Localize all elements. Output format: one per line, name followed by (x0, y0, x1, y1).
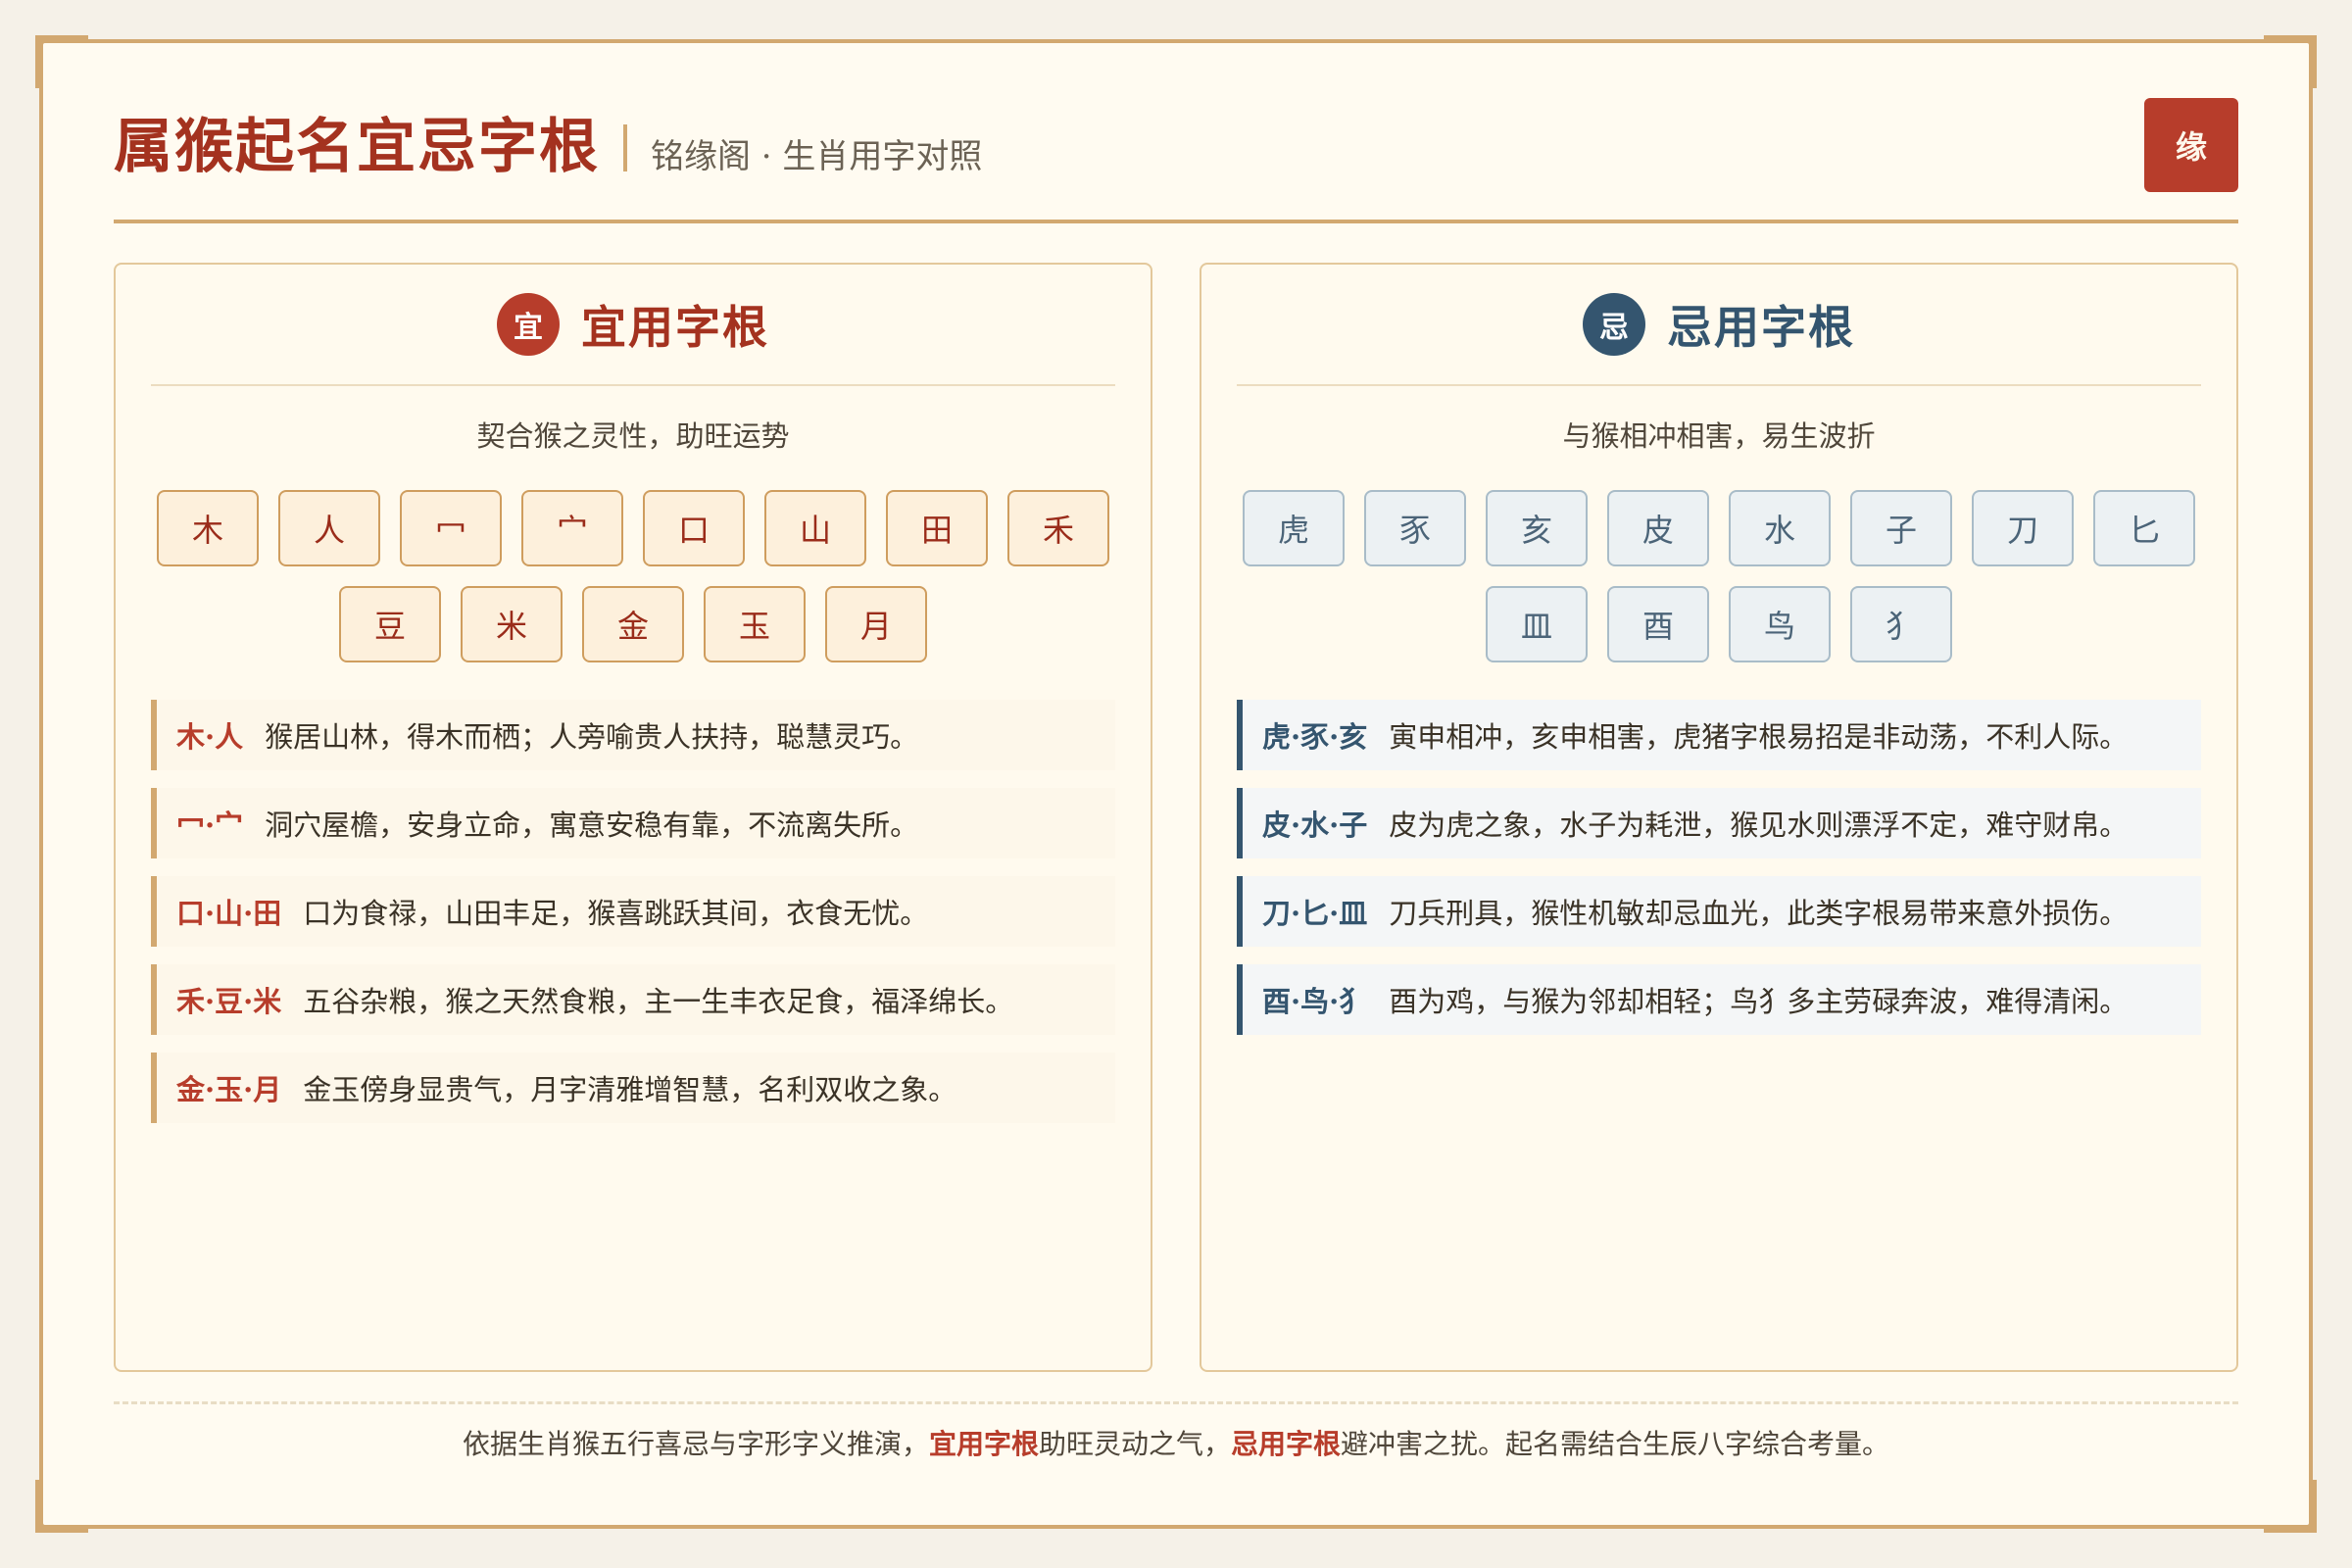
unfavorable-explanation-item: 皮·水·子 皮为虎之象，水子为耗泄，猴见水则漂浮不定，难守财帛。 (1237, 788, 2201, 858)
favorable-explanations: 木·人 猴居山林，得木而栖；人旁喻贵人扶持，聪慧灵巧。 冖·宀 洞穴屋檐，安身立… (151, 700, 1115, 1123)
footer-note: 依据生肖猴五行喜忌与字形字义推演，宜用字根助旺灵动之气，忌用字根避冲害之扰。起名… (114, 1423, 2238, 1462)
favorable-radical-chip: 田 (886, 490, 988, 566)
unfavorable-panel-header: 忌 忌用字根 (1237, 265, 2201, 386)
unfavorable-panel-description: 与猴相冲相害，易生波折 (1562, 419, 1876, 453)
unfavorable-radical-chip: 犭 (1850, 586, 1952, 662)
title-separator (623, 124, 627, 172)
favorable-radical-chip: 禾 (1007, 490, 1109, 566)
footer-divider (114, 1401, 2238, 1404)
favorable-explanation-item: 金·玉·月 金玉傍身显贵气，月字清雅增智慧，名利双收之象。 (151, 1053, 1115, 1123)
explanation-text: 猴居山林，得木而栖；人旁喻贵人扶持，聪慧灵巧。 (265, 720, 919, 754)
favorable-panel: 宜 宜用字根 契合猴之灵性，助旺运势 木 人 冖 宀 口 山 田 禾 豆 米 金… (114, 263, 1152, 1372)
explanation-key: 虎·豕·亥 (1262, 720, 1368, 754)
page-title: 属猴起名宜忌字根 (114, 113, 600, 181)
footer-highlight-unfavorable: 忌用字根 (1231, 1428, 1342, 1460)
explanation-text: 刀兵刑具，猴性机敏却忌血光，此类字根易带来意外损伤。 (1389, 897, 2129, 930)
favorable-radical-chip: 山 (764, 490, 866, 566)
explanation-key: 皮·水·子 (1262, 808, 1368, 842)
footer-text: 避冲害之扰。起名需结合生辰八字综合考量。 (1341, 1428, 1890, 1460)
unfavorable-radical-chip: 鸟 (1729, 586, 1831, 662)
favorable-panel-header: 宜 宜用字根 (151, 265, 1115, 386)
unfavorable-radical-chip: 虎 (1243, 490, 1345, 566)
favorable-radical-chip: 木 (157, 490, 259, 566)
favorable-explanation-item: 冖·宀 洞穴屋檐，安身立命，寓意安稳有靠，不流离失所。 (151, 788, 1115, 858)
favorable-panel-title: 宜用字根 (581, 301, 769, 354)
seal-stamp: 缘 (2144, 98, 2238, 192)
page-header: 属猴起名宜忌字根 铭缘阁 · 生肖用字对照 缘 (114, 98, 2238, 223)
footer-highlight-favorable: 宜用字根 (928, 1428, 1039, 1460)
unfavorable-radical-chip: 皿 (1486, 586, 1588, 662)
unfavorable-radical-chip: 匕 (2093, 490, 2195, 566)
explanation-text: 寅申相冲，亥申相害，虎猪字根易招是非动荡，不利人际。 (1389, 720, 2129, 754)
favorable-radical-chip: 口 (643, 490, 745, 566)
unfavorable-radical-chip: 酉 (1607, 586, 1709, 662)
unfavorable-panel-title: 忌用字根 (1667, 301, 1855, 354)
explanation-key: 口·山·田 (176, 897, 282, 930)
favorable-radical-chip: 冖 (400, 490, 502, 566)
footer-text: 助旺灵动之气， (1038, 1428, 1231, 1460)
unfavorable-explanation-item: 刀·匕·皿 刀兵刑具，猴性机敏却忌血光，此类字根易带来意外损伤。 (1237, 876, 2201, 947)
explanation-key: 酉·鸟·犭 (1262, 985, 1368, 1018)
unfavorable-explanation-item: 虎·豕·亥 寅申相冲，亥申相害，虎猪字根易招是非动荡，不利人际。 (1237, 700, 2201, 770)
explanation-key: 禾·豆·米 (176, 985, 282, 1018)
unfavorable-explanations: 虎·豕·亥 寅申相冲，亥申相害，虎猪字根易招是非动荡，不利人际。 皮·水·子 皮… (1237, 700, 2201, 1035)
unfavorable-radical-chip: 亥 (1486, 490, 1588, 566)
explanation-text: 口为食禄，山田丰足，猴喜跳跃其间，衣食无忧。 (303, 897, 929, 930)
favorable-explanation-item: 口·山·田 口为食禄，山田丰足，猴喜跳跃其间，衣食无忧。 (151, 876, 1115, 947)
unfavorable-radical-list: 虎 豕 亥 皮 水 子 刀 匕 皿 酉 鸟 犭 (1237, 490, 2201, 662)
unfavorable-radical-chip: 豕 (1364, 490, 1466, 566)
favorable-explanation-item: 木·人 猴居山林，得木而栖；人旁喻贵人扶持，聪慧灵巧。 (151, 700, 1115, 770)
footer-text: 依据生肖猴五行喜忌与字形字义推演， (462, 1428, 929, 1460)
favorable-radical-chip: 宀 (521, 490, 623, 566)
unfavorable-badge: 忌 (1583, 293, 1645, 356)
favorable-panel-description: 契合猴之灵性，助旺运势 (476, 419, 790, 453)
favorable-badge: 宜 (497, 293, 560, 356)
unfavorable-radical-chip: 水 (1729, 490, 1831, 566)
explanation-key: 刀·匕·皿 (1262, 897, 1368, 930)
unfavorable-radical-chip: 刀 (1972, 490, 2074, 566)
favorable-radical-chip: 金 (582, 586, 684, 662)
explanation-text: 皮为虎之象，水子为耗泄，猴见水则漂浮不定，难守财帛。 (1389, 808, 2129, 842)
favorable-radical-chip: 人 (278, 490, 380, 566)
unfavorable-radical-chip: 皮 (1607, 490, 1709, 566)
explanation-text: 五谷杂粮，猴之天然食粮，主一生丰衣足食，福泽绵长。 (303, 985, 1014, 1018)
favorable-explanation-item: 禾·豆·米 五谷杂粮，猴之天然食粮，主一生丰衣足食，福泽绵长。 (151, 964, 1115, 1035)
unfavorable-explanation-item: 酉·鸟·犭 酉为鸡，与猴为邻却相轻；鸟犭多主劳碌奔波，难得清闲。 (1237, 964, 2201, 1035)
favorable-radical-chip: 月 (825, 586, 927, 662)
favorable-radical-chip: 豆 (339, 586, 441, 662)
favorable-radical-list: 木 人 冖 宀 口 山 田 禾 豆 米 金 玉 月 (151, 490, 1115, 662)
explanation-text: 酉为鸡，与猴为邻却相轻；鸟犭多主劳碌奔波，难得清闲。 (1389, 985, 2129, 1018)
page-subtitle: 铭缘阁 · 生肖用字对照 (651, 137, 983, 176)
favorable-radical-chip: 玉 (704, 586, 806, 662)
explanation-key: 冖·宀 (176, 808, 244, 842)
explanation-text: 洞穴屋檐，安身立命，寓意安稳有靠，不流离失所。 (265, 808, 919, 842)
unfavorable-radical-chip: 子 (1850, 490, 1952, 566)
explanation-key: 金·玉·月 (176, 1073, 282, 1106)
explanation-text: 金玉傍身显贵气，月字清雅增智慧，名利双收之象。 (303, 1073, 957, 1106)
favorable-radical-chip: 米 (461, 586, 563, 662)
explanation-key: 木·人 (176, 720, 244, 754)
unfavorable-panel: 忌 忌用字根 与猴相冲相害，易生波折 虎 豕 亥 皮 水 子 刀 匕 皿 酉 鸟… (1200, 263, 2238, 1372)
